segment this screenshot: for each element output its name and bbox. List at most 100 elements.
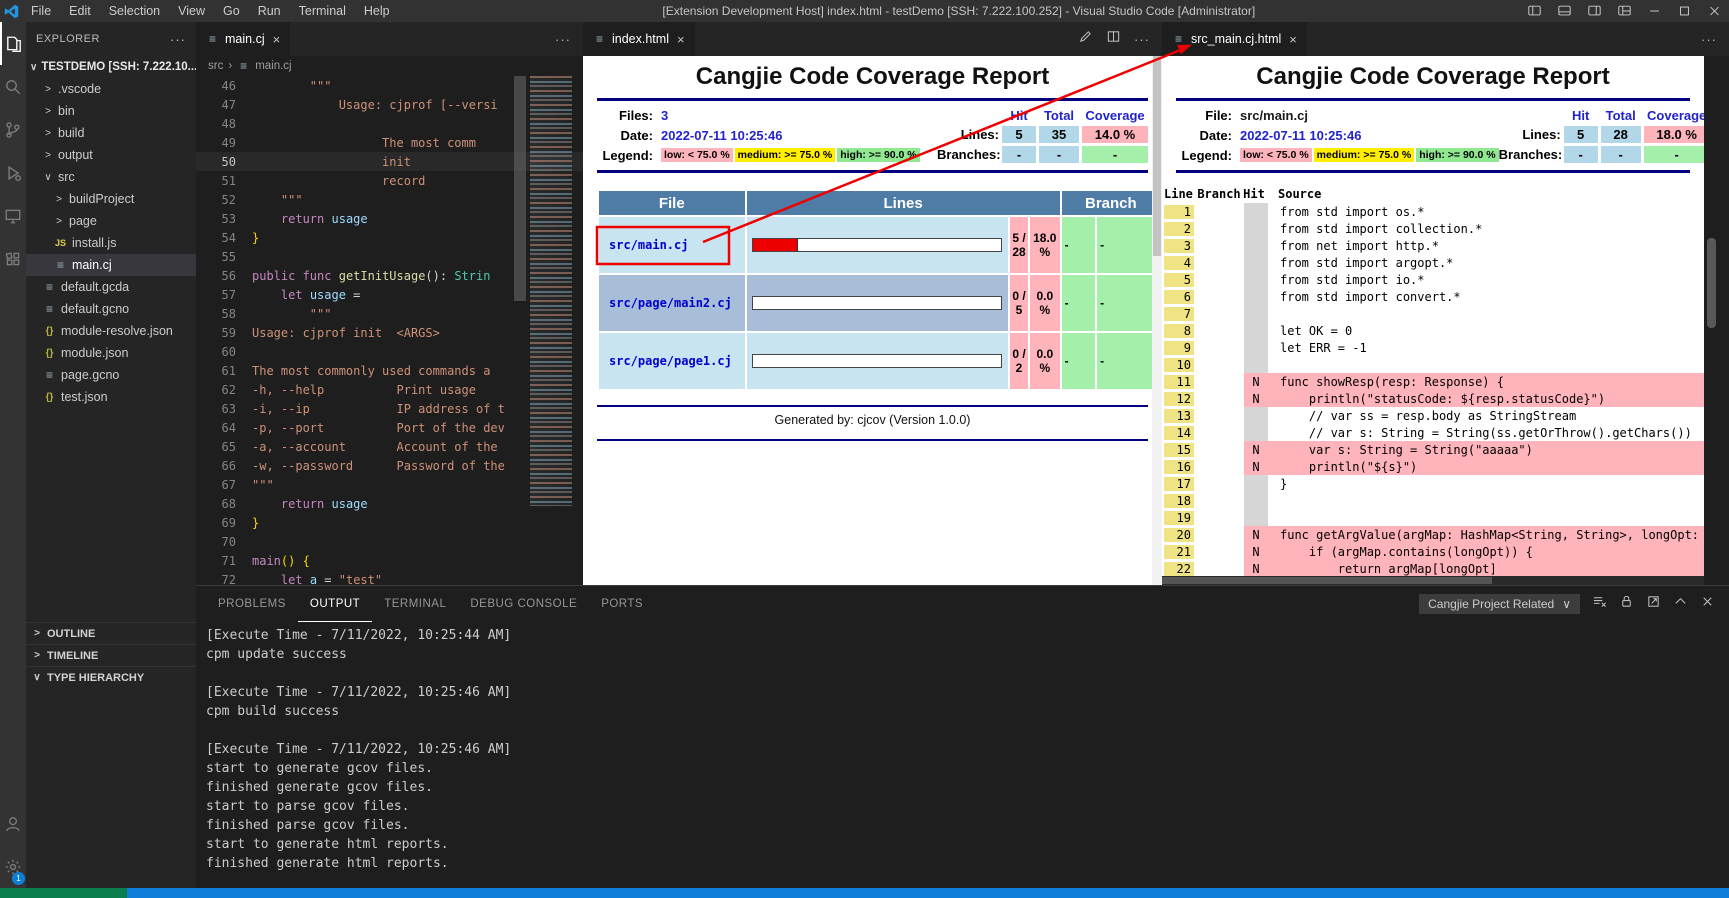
- line-number: 57: [196, 288, 252, 302]
- tree-item--vscode[interactable]: >.vscode: [26, 78, 196, 100]
- tree-item-default-gcno[interactable]: ≡default.gcno: [26, 298, 196, 320]
- tree-item-test-json[interactable]: {}test.json: [26, 386, 196, 408]
- menu-selection[interactable]: Selection: [100, 0, 169, 22]
- extensions-icon[interactable]: [0, 237, 26, 280]
- source-code-text: from net import http.*: [1268, 239, 1439, 253]
- menu-terminal[interactable]: Terminal: [290, 0, 355, 22]
- breadcrumb[interactable]: src›≡main.cj: [196, 56, 583, 76]
- hit-column: [1244, 509, 1268, 526]
- tree-root-testdemo[interactable]: ∨ TESTDEMO [SSH: 7.222.10...: [26, 56, 196, 78]
- menu-run[interactable]: Run: [249, 0, 290, 22]
- panel-tab-debug-console[interactable]: DEBUG CONSOLE: [458, 587, 589, 622]
- line-number: 48: [196, 117, 252, 131]
- panel-tab-terminal[interactable]: TERMINAL: [372, 587, 458, 622]
- close-panel-icon[interactable]: [1700, 594, 1715, 614]
- activity-bar: 1: [0, 22, 26, 888]
- tree-item-install-js[interactable]: JSinstall.js: [26, 232, 196, 254]
- code-editor[interactable]: 46 """47 Usage: cjprof [--versi4849 The …: [196, 76, 583, 585]
- remote-explorer-icon[interactable]: [0, 194, 26, 237]
- hit-column: [1244, 237, 1268, 254]
- sidebar-section-outline[interactable]: >OUTLINE: [26, 622, 196, 644]
- output-line: finished parse gcov files.: [206, 818, 1729, 837]
- sidebar-section-type-hierarchy[interactable]: ∨TYPE HIERARCHY: [26, 666, 196, 688]
- tree-item-src[interactable]: ∨src: [26, 166, 196, 188]
- panel-tab-ports[interactable]: PORTS: [589, 587, 655, 622]
- source-code-text: println("statusCode: ${resp.statusCode}"…: [1268, 392, 1605, 406]
- code-line: 62-h, --help Print usage: [196, 380, 583, 399]
- menu-file[interactable]: File: [22, 0, 60, 22]
- code-line: 68 return usage: [196, 494, 583, 513]
- tree-item-module-resolve-json[interactable]: {}module-resolve.json: [26, 320, 196, 342]
- tree-item-buildproject[interactable]: >buildProject: [26, 188, 196, 210]
- run-debug-icon[interactable]: [0, 151, 26, 194]
- panel-tab-problems[interactable]: PROBLEMS: [206, 587, 298, 622]
- close-tab-icon[interactable]: ×: [273, 32, 281, 47]
- tree-item-page-gcno[interactable]: ≡page.gcno: [26, 364, 196, 386]
- more-actions-icon[interactable]: ···: [1134, 32, 1150, 47]
- tree-item-label: output: [58, 148, 93, 162]
- source-line: 4from std import argopt.*: [1162, 254, 1704, 271]
- maximize-icon[interactable]: [1669, 0, 1699, 22]
- tree-item-bin[interactable]: >bin: [26, 100, 196, 122]
- collapse-panel-icon[interactable]: [1673, 594, 1688, 614]
- clear-output-icon[interactable]: [1592, 594, 1607, 614]
- output-line: cpm update success: [206, 647, 1729, 666]
- coverage-file-link[interactable]: src/page/main2.cj: [609, 296, 732, 310]
- breadcrumb-item[interactable]: src: [208, 60, 223, 72]
- tab-main-cj[interactable]: ≡ main.cj ×: [196, 22, 290, 56]
- breadcrumb-item[interactable]: main.cj: [255, 60, 291, 72]
- remote-indicator[interactable]: [0, 888, 127, 898]
- close-tab-icon[interactable]: ×: [1289, 32, 1297, 47]
- lock-icon[interactable]: [1619, 594, 1634, 614]
- line-number: 60: [196, 345, 252, 359]
- split-editor-icon[interactable]: [1106, 29, 1121, 49]
- menu-view[interactable]: View: [169, 0, 214, 22]
- edit-pencil-icon[interactable]: [1078, 29, 1093, 49]
- close-icon[interactable]: [1699, 0, 1729, 22]
- webview-scrollbar[interactable]: [1707, 238, 1716, 328]
- open-output-in-editor-icon[interactable]: [1646, 594, 1661, 614]
- lines-total: 35: [1039, 126, 1079, 143]
- search-icon[interactable]: [0, 65, 26, 108]
- menu-help[interactable]: Help: [355, 0, 399, 22]
- minimap[interactable]: [530, 76, 572, 506]
- explorer-icon[interactable]: [0, 22, 26, 65]
- tree-item-build[interactable]: >build: [26, 122, 196, 144]
- layout-secondary-sidebar-icon[interactable]: [1579, 0, 1609, 22]
- tree-item-output[interactable]: >output: [26, 144, 196, 166]
- sidebar-more-icon[interactable]: ···: [170, 32, 186, 47]
- source-line-number: 3: [1164, 239, 1194, 253]
- output-channel-dropdown[interactable]: Cangjie Project Related ∨: [1419, 594, 1580, 614]
- editor-scrollbar[interactable]: [514, 76, 526, 301]
- title-bar: FileEditSelectionViewGoRunTerminalHelp […: [0, 0, 1729, 22]
- tree-item-module-json[interactable]: {}module.json: [26, 342, 196, 364]
- legend-chip: medium: >= 75.0 %: [735, 148, 836, 162]
- settings-gear-icon[interactable]: 1: [0, 845, 26, 888]
- close-tab-icon[interactable]: ×: [677, 32, 685, 47]
- webview-hscrollbar[interactable]: [1162, 576, 1704, 585]
- layout-sidebar-icon[interactable]: [1519, 0, 1549, 22]
- panel-tab-output[interactable]: OUTPUT: [298, 587, 372, 622]
- tree-item-default-gcda[interactable]: ≡default.gcda: [26, 276, 196, 298]
- tab-index-html[interactable]: ≡ index.html ×: [583, 22, 695, 56]
- minimize-icon[interactable]: [1639, 0, 1669, 22]
- more-actions-icon[interactable]: ···: [1701, 32, 1717, 47]
- customize-layout-icon[interactable]: [1609, 0, 1639, 22]
- webview-scrollbar[interactable]: [1152, 56, 1162, 585]
- source-line: 11Nfunc showResp(resp: Response) {: [1162, 373, 1704, 390]
- tree-item-page[interactable]: >page: [26, 210, 196, 232]
- coverage-file-link[interactable]: src/page/page1.cj: [609, 354, 732, 368]
- source-line: 12N println("statusCode: ${resp.statusCo…: [1162, 390, 1704, 407]
- tab-src-main-cj-html[interactable]: ≡ src_main.cj.html ×: [1162, 22, 1307, 56]
- account-icon[interactable]: [0, 802, 26, 845]
- coverage-file-link[interactable]: src/main.cj: [609, 238, 688, 252]
- source-code-text: from std import io.*: [1268, 273, 1425, 287]
- menu-edit[interactable]: Edit: [60, 0, 100, 22]
- source-control-icon[interactable]: [0, 108, 26, 151]
- sidebar-section-timeline[interactable]: >TIMELINE: [26, 644, 196, 666]
- menu-go[interactable]: Go: [214, 0, 249, 22]
- layout-panel-icon[interactable]: [1549, 0, 1579, 22]
- tree-item-main-cj[interactable]: ≡main.cj: [26, 254, 196, 276]
- json-file-icon: {}: [43, 326, 56, 337]
- more-actions-icon[interactable]: ···: [555, 32, 571, 47]
